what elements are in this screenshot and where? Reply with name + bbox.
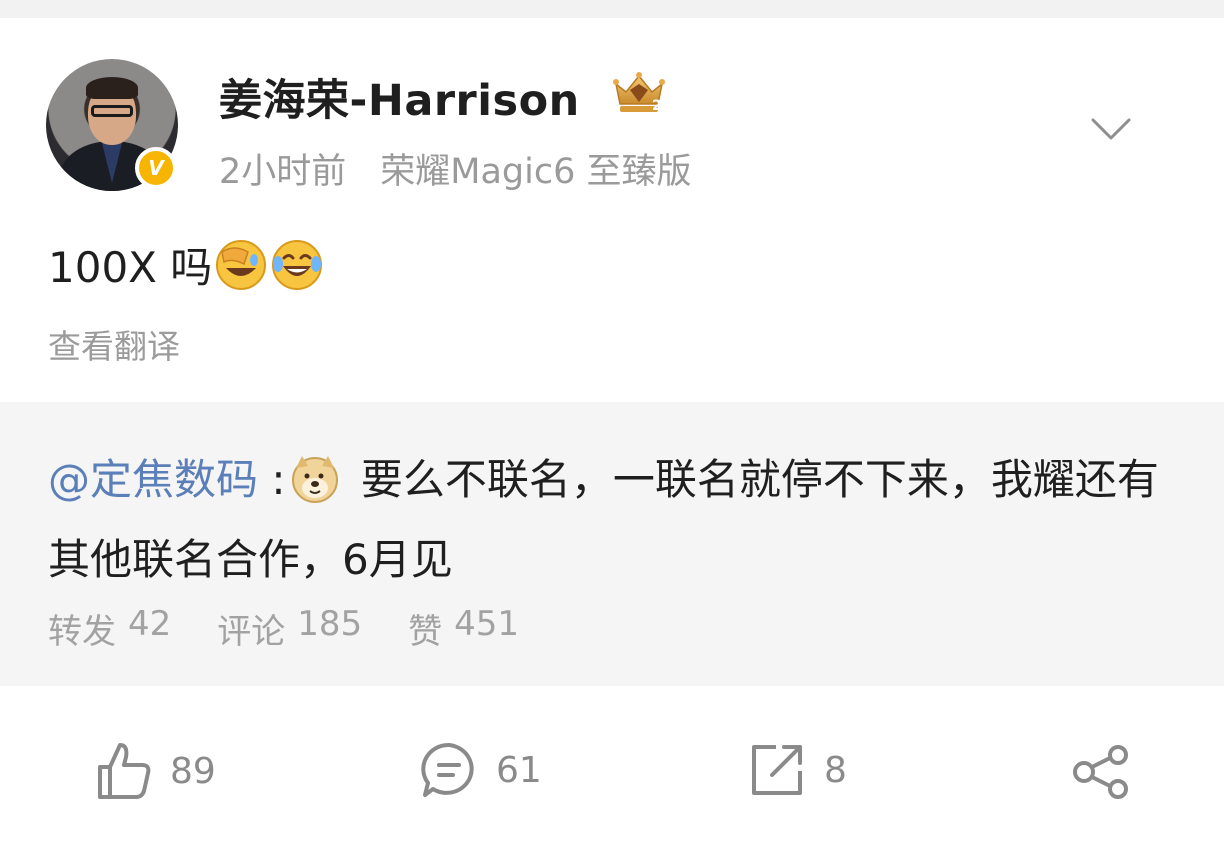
crown-rank-icon[interactable]: 2 xyxy=(608,70,670,116)
top-separator xyxy=(0,0,1224,18)
quoted-like-count: 451 xyxy=(454,604,520,644)
quoted-post-stats: 转发 42 评论 185 赞 451 xyxy=(48,604,519,653)
quoted-repost-label: 转发 xyxy=(48,612,116,652)
quoted-repost-stat[interactable]: 转发 42 xyxy=(48,604,171,653)
quoted-comment-count: 185 xyxy=(297,604,363,644)
thumbs-up-icon xyxy=(98,743,151,799)
doge-emoji-icon xyxy=(291,456,338,503)
tears-of-joy-emoji-icon xyxy=(272,239,323,290)
quoted-post-text: @定焦数码 : 要么不联名，一联名就停不下来，我耀还有其他联名合作，6月见 xyxy=(48,440,1198,600)
like-count: 89 xyxy=(170,750,216,792)
quoted-repost-count: 42 xyxy=(128,604,172,644)
post-text-content: 100X 吗 xyxy=(48,243,213,292)
translate-link[interactable]: 查看翻译 xyxy=(48,320,180,368)
svg-text:2: 2 xyxy=(652,98,662,114)
chevron-down-icon[interactable] xyxy=(1090,112,1132,144)
post-text: 100X 吗 xyxy=(48,234,324,295)
verified-badge-icon: V xyxy=(135,147,177,189)
repost-share-icon xyxy=(752,745,802,795)
author-name[interactable]: 姜海荣-Harrison xyxy=(219,66,580,128)
share-nodes-icon xyxy=(1073,745,1128,799)
quoted-author-mention[interactable]: @定焦数码 xyxy=(48,455,258,504)
comment-bubble-icon xyxy=(421,742,474,797)
repost-count: 8 xyxy=(824,749,847,791)
comment-count: 61 xyxy=(496,749,542,791)
quoted-like-stat[interactable]: 赞 451 xyxy=(408,604,519,653)
facepalm-laugh-emoji-icon xyxy=(216,239,267,290)
post-time: 2小时前 xyxy=(219,152,347,192)
quoted-comment-stat[interactable]: 评论 185 xyxy=(217,604,362,653)
post-device[interactable]: 荣耀Magic6 至臻版 xyxy=(380,152,691,192)
share-button[interactable] xyxy=(1072,745,1130,799)
comment-button[interactable]: 61 xyxy=(420,741,542,799)
quoted-colon: : xyxy=(258,455,286,504)
quoted-like-label: 赞 xyxy=(408,612,443,652)
post-meta: 2小时前 荣耀Magic6 至臻版 xyxy=(219,143,692,194)
repost-button[interactable]: 8 xyxy=(748,741,847,799)
quoted-comment-label: 评论 xyxy=(217,612,286,652)
like-button[interactable]: 89 xyxy=(96,741,216,801)
action-bar: 89 61 8 xyxy=(0,735,1224,815)
